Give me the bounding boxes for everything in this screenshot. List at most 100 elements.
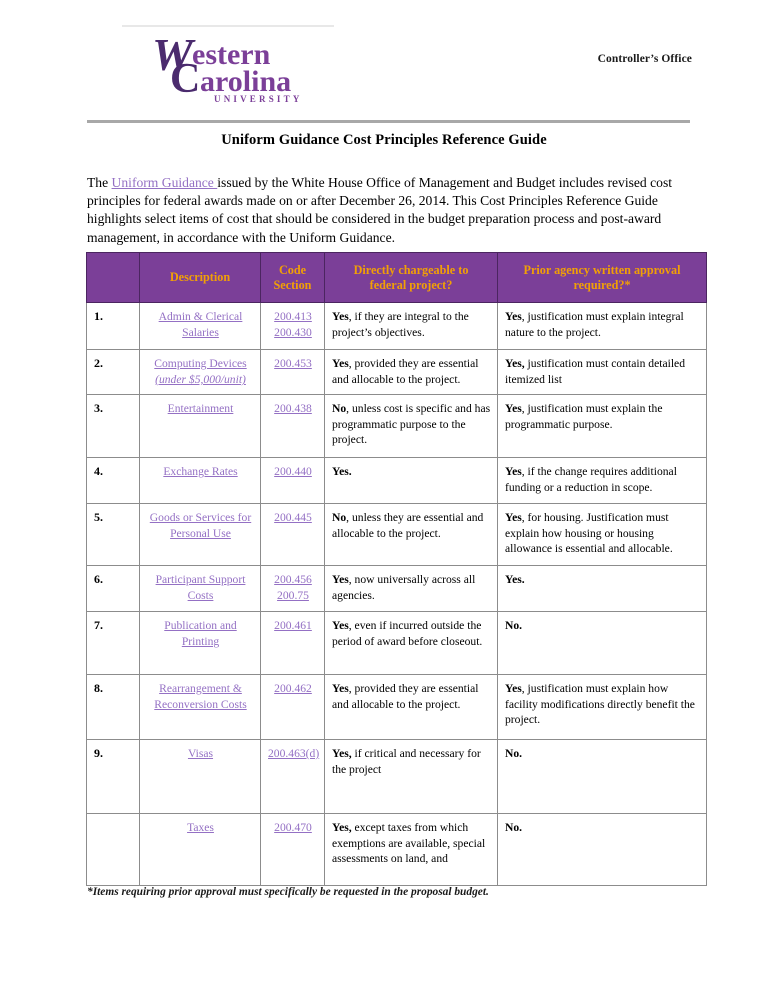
row-code-section: 200.438	[260, 394, 325, 458]
row-code-section: 200.445	[260, 503, 325, 566]
cost-principles-table-wrapper: Description Code Section Directly charge…	[86, 252, 707, 886]
code-section-link[interactable]: 200.440	[274, 465, 312, 478]
uniform-guidance-link[interactable]: Uniform Guidance	[112, 175, 218, 190]
directly-answer: Yes	[332, 619, 349, 632]
row-number: 7.	[86, 611, 140, 675]
directly-detail: if critical and necessary for the projec…	[332, 747, 481, 776]
description-link[interactable]: Exchange Rates	[163, 465, 237, 478]
row-directly-chargeable: Yes, provided they are essential and all…	[324, 674, 498, 740]
directly-detail: except taxes from which exemptions are a…	[332, 821, 486, 866]
table-row: 1. Admin & Clerical Salaries 200.413 200.43…	[86, 302, 707, 350]
code-section-link[interactable]: 200.445	[274, 511, 312, 524]
table-footnote: *Items requiring prior approval must spe…	[87, 886, 489, 898]
row-number: 8.	[86, 674, 140, 740]
table-row: 5. Goods or Services for Personal Use 200.…	[86, 503, 707, 566]
directly-answer: Yes,	[332, 747, 352, 760]
code-section-link[interactable]: 200.463(d)	[268, 747, 319, 760]
row-prior-approval: No.	[497, 739, 707, 814]
row-description: Entertainment	[139, 394, 261, 458]
column-header-prior-approval: Prior agency written approval required?*	[497, 252, 707, 303]
row-code-section: 200.470	[260, 813, 325, 886]
column-header-number	[86, 252, 140, 303]
row-description: Admin & Clerical Salaries	[139, 302, 261, 350]
row-directly-chargeable: Yes, except taxes from which exemptions …	[324, 813, 498, 886]
department-label: Controller’s Office	[597, 53, 692, 65]
header-top-rule	[122, 25, 334, 27]
row-code-section: 200.453	[260, 349, 325, 395]
svg-text:UNIVERSITY: UNIVERSITY	[214, 94, 303, 104]
row-directly-chargeable: Yes, now universally across all agencies…	[324, 565, 498, 612]
description-link[interactable]: Participant Support Costs	[156, 573, 246, 602]
row-prior-approval: Yes.	[497, 565, 707, 612]
row-description: Rearrangement & Reconversion Costs	[139, 674, 261, 740]
table-row: 2. Computing Devices (under $5,000/unit) 20…	[86, 349, 707, 395]
row-directly-chargeable: Yes, if they are integral to the project…	[324, 302, 498, 350]
directly-line1: Directly chargeable to	[353, 262, 469, 277]
row-number	[86, 813, 140, 886]
code-section-link[interactable]: 200.438	[274, 402, 312, 415]
row-code-section: 200.462	[260, 674, 325, 740]
description-link[interactable]: Entertainment	[168, 402, 234, 415]
row-code-section: 200.463(d)	[260, 739, 325, 814]
header-divider-rule	[87, 120, 690, 123]
description-link[interactable]: Taxes	[187, 821, 214, 834]
row-prior-approval: No.	[497, 611, 707, 675]
directly-answer: Yes	[332, 357, 349, 370]
row-code-section: 200.413 200.430	[260, 302, 325, 350]
prior-answer: No.	[505, 747, 523, 760]
code-section-link[interactable]: 200.413	[274, 310, 312, 323]
description-link[interactable]: Publication and Printing	[164, 619, 236, 648]
code-section-link[interactable]: 200.462	[274, 682, 312, 695]
row-prior-approval: Yes, for housing. Justification must exp…	[497, 503, 707, 566]
directly-detail: , unless cost is specific and has progra…	[332, 402, 491, 447]
code-section-link[interactable]: 200.456	[274, 573, 312, 586]
description-link[interactable]: Rearrangement & Reconversion Costs	[154, 682, 246, 711]
row-description: Publication and Printing	[139, 611, 261, 675]
directly-detail: , now universally across all agencies.	[332, 573, 476, 602]
column-header-description: Description	[139, 252, 261, 303]
directly-detail: , unless they are essential and allocabl…	[332, 511, 484, 540]
prior-detail: , for housing. Justification must explai…	[505, 511, 673, 556]
prior-answer: Yes	[505, 511, 522, 524]
prior-answer: No.	[505, 821, 523, 834]
prior-detail: justification must contain detailed item…	[505, 357, 685, 386]
table-body: 1. Admin & Clerical Salaries 200.413 200.43…	[86, 302, 707, 886]
table-row: Taxes 200.470 Yes, except taxes from which…	[86, 813, 707, 886]
row-prior-approval: Yes, justification must explain integral…	[497, 302, 707, 350]
directly-answer: Yes	[332, 310, 349, 323]
row-directly-chargeable: Yes, if critical and necessary for the p…	[324, 739, 498, 814]
description-link[interactable]: Goods or Services for Personal Use	[150, 511, 251, 540]
code-section-link[interactable]: 200.430	[274, 326, 312, 339]
row-description: Visas	[139, 739, 261, 814]
row-description: Computing Devices (under $5,000/unit)	[139, 349, 261, 395]
prior-answer: Yes	[505, 682, 522, 695]
description-link[interactable]: Admin & Clerical Salaries	[159, 310, 243, 339]
row-code-section: 200.440	[260, 457, 325, 504]
directly-answer: Yes.	[332, 465, 352, 478]
code-section-link[interactable]: 200.75	[277, 589, 309, 602]
row-description: Goods or Services for Personal Use	[139, 503, 261, 566]
row-number: 2.	[86, 349, 140, 395]
wcu-logo: W estern C arolina UNIVERSITY	[152, 32, 324, 104]
code-section-link[interactable]: 200.470	[274, 821, 312, 834]
row-description: Exchange Rates	[139, 457, 261, 504]
row-directly-chargeable: No, unless they are essential and alloca…	[324, 503, 498, 566]
code-section-line2: Section	[273, 277, 312, 292]
directly-answer: Yes	[332, 682, 349, 695]
description-link[interactable]: Computing Devices	[154, 357, 246, 370]
code-section-line1: Code	[278, 262, 307, 277]
description-link-sub[interactable]: (under $5,000/unit)	[155, 373, 246, 386]
directly-detail: , provided they are essential and alloca…	[332, 357, 479, 386]
description-link[interactable]: Visas	[188, 747, 213, 760]
row-number: 9.	[86, 739, 140, 814]
table-row: 3. Entertainment 200.438 No, unless cost is…	[86, 394, 707, 458]
row-number: 1.	[86, 302, 140, 350]
directly-answer: Yes,	[332, 821, 352, 834]
row-number: 3.	[86, 394, 140, 458]
prior-answer: Yes	[505, 465, 522, 478]
table-row: 8. Rearrangement & Reconversion Costs 200.…	[86, 674, 707, 740]
code-section-link[interactable]: 200.453	[274, 357, 312, 370]
code-section-link[interactable]: 200.461	[274, 619, 312, 632]
row-directly-chargeable: Yes, even if incurred outside the period…	[324, 611, 498, 675]
row-code-section: 200.461	[260, 611, 325, 675]
